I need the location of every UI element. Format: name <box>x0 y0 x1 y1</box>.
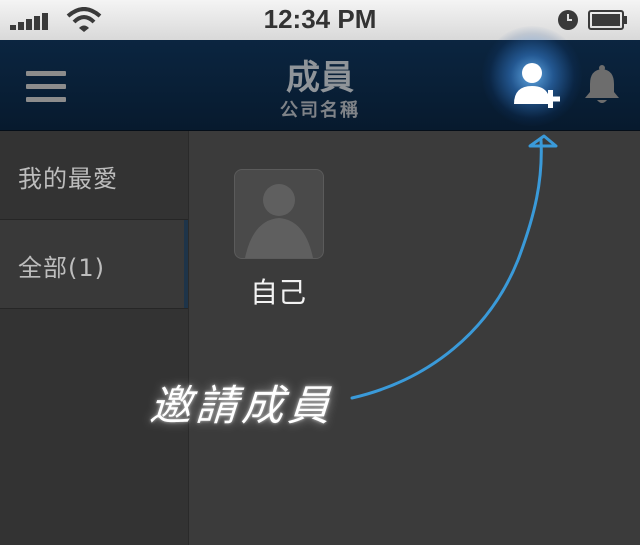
sidebar-item-label: 我的最愛 <box>18 165 118 193</box>
default-avatar-icon <box>245 184 313 258</box>
members-panel: 自己 <box>189 131 640 545</box>
bell-icon[interactable] <box>582 64 622 106</box>
alarm-clock-icon <box>558 10 578 30</box>
sidebar-item-all[interactable]: 全部(1) <box>0 220 188 309</box>
member-name[interactable]: 自己 <box>234 271 322 311</box>
sidebar-item-favorites[interactable]: 我的最愛 <box>0 131 188 220</box>
sidebar: 我的最愛 全部(1) <box>0 131 189 545</box>
sidebar-item-label: 全部(1) <box>18 254 105 282</box>
annotation-text: 邀請成員 <box>148 381 336 430</box>
active-indicator <box>184 220 188 308</box>
member-avatar[interactable] <box>234 169 324 259</box>
add-user-icon[interactable] <box>510 60 564 110</box>
battery-icon <box>588 10 627 30</box>
